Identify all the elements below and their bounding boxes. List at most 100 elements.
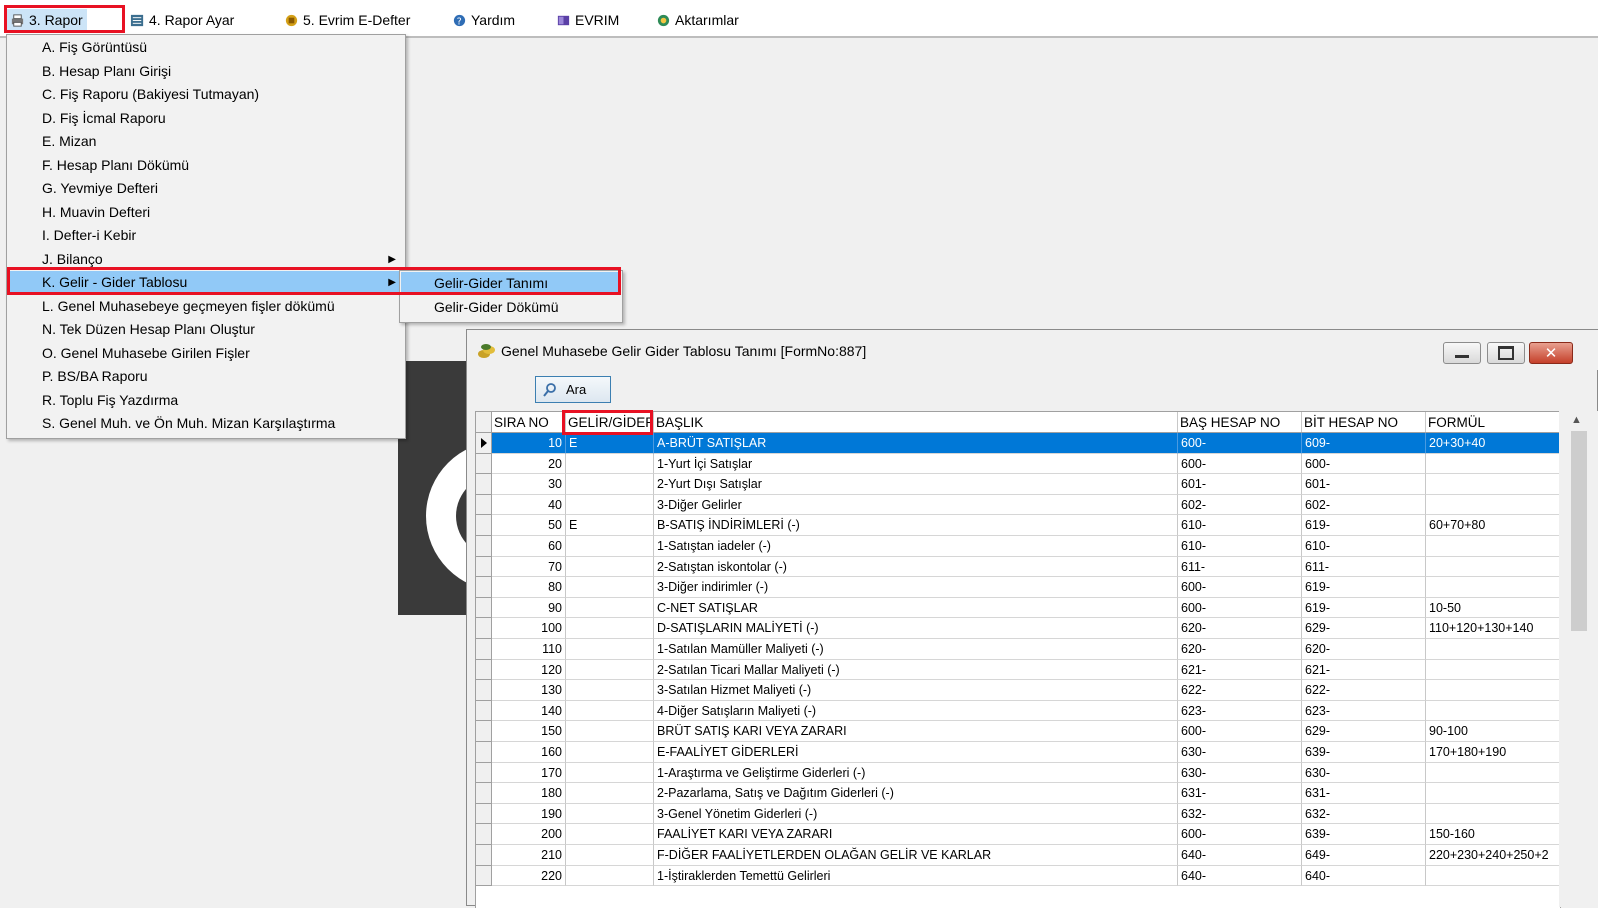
cell-sira-no[interactable]: 100	[492, 618, 566, 639]
cell-bit-hesap-no[interactable]: 640-	[1302, 865, 1426, 887]
cell-baslik[interactable]: 2-Satılan Ticari Mallar Maliyeti (-)	[654, 659, 1178, 681]
cell-baslik[interactable]: 3-Satılan Hizmet Maliyeti (-)	[654, 680, 1178, 701]
cell-formul[interactable]	[1426, 680, 1560, 701]
menu-rapor[interactable]: 3. Rapor	[6, 9, 87, 31]
cell-sira-no[interactable]: 130	[492, 680, 566, 701]
cell-gelir-gider[interactable]	[566, 865, 654, 887]
cell-sira-no[interactable]: 220	[492, 865, 566, 887]
cell-baslik[interactable]: 1-Yurt İçi Satışlar	[654, 453, 1178, 475]
cell-gelir-gider[interactable]	[566, 762, 654, 784]
cell-gelir-gider[interactable]	[566, 556, 654, 578]
cell-baslik[interactable]: 1-Satılan Mamüller Maliyeti (-)	[654, 639, 1178, 660]
cell-gelir-gider[interactable]	[566, 474, 654, 495]
row-indicator[interactable]	[476, 721, 492, 742]
row-indicator[interactable]	[476, 824, 492, 845]
cell-baslik[interactable]: E-FAALİYET GİDERLERİ	[654, 742, 1178, 763]
cell-bit-hesap-no[interactable]: 621-	[1302, 659, 1426, 681]
cell-bas-hesap-no[interactable]: 600-	[1178, 453, 1302, 475]
menu-rapor-ayar[interactable]: 4. Rapor Ayar	[126, 9, 238, 31]
row-indicator[interactable]	[476, 494, 492, 516]
minimize-button[interactable]	[1443, 342, 1481, 364]
table-row[interactable]: 210 F-DİĞER FAALİYETLERDEN OLAĞAN GELİR V…	[476, 845, 1560, 866]
cell-bit-hesap-no[interactable]: 629-	[1302, 721, 1426, 742]
menu-item-toplu-fis-yazdirma[interactable]: R. Toplu Fiş Yazdırma	[8, 389, 404, 412]
table-row[interactable]: 100 D-SATIŞLARIN MALİYETİ (-) 620- 629- 110+…	[476, 618, 1560, 639]
cell-bit-hesap-no[interactable]: 629-	[1302, 618, 1426, 639]
cell-bit-hesap-no[interactable]: 611-	[1302, 556, 1426, 578]
cell-formul[interactable]	[1426, 556, 1560, 578]
close-button[interactable]: ✕	[1529, 342, 1573, 364]
window-titlebar[interactable]: Genel Muhasebe Gelir Gider Tablosu Tanım…	[467, 330, 1598, 370]
row-indicator[interactable]	[476, 865, 492, 887]
cell-bit-hesap-no[interactable]: 610-	[1302, 536, 1426, 557]
cell-bas-hesap-no[interactable]: 640-	[1178, 865, 1302, 887]
row-indicator[interactable]	[476, 597, 492, 619]
menu-yardim[interactable]: ? Yardım	[448, 9, 519, 31]
menu-item-fis-raporu[interactable]: C. Fiş Raporu (Bakiyesi Tutmayan)	[8, 83, 404, 106]
cell-baslik[interactable]: 2-Pazarlama, Satış ve Dağıtım Giderleri …	[654, 783, 1178, 804]
table-row[interactable]: 30 2-Yurt Dışı Satışlar 601- 601-	[476, 474, 1560, 495]
cell-baslik[interactable]: 3-Diğer indirimler (-)	[654, 577, 1178, 598]
menu-item-genel-muhasebeye-gecmeyen[interactable]: L. Genel Muhasebeye geçmeyen fişler dökü…	[8, 295, 404, 318]
row-indicator[interactable]	[476, 783, 492, 804]
cell-gelir-gider[interactable]	[566, 577, 654, 598]
cell-formul[interactable]: 220+230+240+250+2	[1426, 845, 1560, 866]
cell-bas-hesap-no[interactable]: 600-	[1178, 577, 1302, 598]
table-row[interactable]: 20 1-Yurt İçi Satışlar 600- 600-	[476, 453, 1560, 475]
cell-formul[interactable]: 170+180+190	[1426, 742, 1560, 763]
cell-gelir-gider[interactable]	[566, 700, 654, 722]
cell-gelir-gider[interactable]	[566, 597, 654, 619]
menu-item-fis-icmal-raporu[interactable]: D. Fiş İcmal Raporu	[8, 107, 404, 130]
row-indicator[interactable]	[476, 474, 492, 495]
cell-sira-no[interactable]: 10	[492, 433, 566, 454]
menu-item-fis-goruntusu[interactable]: A. Fiş Görüntüsü	[8, 36, 404, 59]
cell-baslik[interactable]: 1-İştiraklerden Temettü Gelirleri	[654, 865, 1178, 887]
cell-formul[interactable]	[1426, 577, 1560, 598]
menu-evrim-e-defter[interactable]: 5. Evrim E-Defter	[280, 9, 414, 31]
cell-bit-hesap-no[interactable]: 609-	[1302, 433, 1426, 454]
cell-bas-hesap-no[interactable]: 600-	[1178, 433, 1302, 454]
cell-bit-hesap-no[interactable]: 619-	[1302, 515, 1426, 536]
table-row[interactable]: 60 1-Satıştan iadeler (-) 610- 610-	[476, 536, 1560, 557]
cell-bas-hesap-no[interactable]: 600-	[1178, 597, 1302, 619]
row-indicator[interactable]	[476, 639, 492, 660]
table-row[interactable]: 170 1-Araştırma ve Geliştirme Giderleri …	[476, 762, 1560, 784]
menu-item-mizan-karsilastirma[interactable]: S. Genel Muh. ve Ön Muh. Mizan Karşılaşt…	[8, 412, 404, 435]
cell-gelir-gider[interactable]	[566, 618, 654, 639]
cell-gelir-gider[interactable]	[566, 659, 654, 681]
row-indicator[interactable]	[476, 762, 492, 784]
cell-sira-no[interactable]: 210	[492, 845, 566, 866]
menu-item-genel-muhasebe-girilen-fisler[interactable]: O. Genel Muhasebe Girilen Fişler	[8, 342, 404, 365]
cell-baslik[interactable]: 1-Araştırma ve Geliştirme Giderleri (-)	[654, 762, 1178, 784]
column-header-baslik[interactable]: BAŞLIK	[654, 412, 1178, 432]
cell-gelir-gider[interactable]	[566, 453, 654, 475]
cell-sira-no[interactable]: 90	[492, 597, 566, 619]
row-indicator[interactable]	[476, 845, 492, 866]
cell-bas-hesap-no[interactable]: 640-	[1178, 845, 1302, 866]
cell-sira-no[interactable]: 20	[492, 453, 566, 475]
cell-bit-hesap-no[interactable]: 632-	[1302, 803, 1426, 825]
menu-item-mizan[interactable]: E. Mizan	[8, 130, 404, 153]
cell-sira-no[interactable]: 70	[492, 556, 566, 578]
table-row[interactable]: 180 2-Pazarlama, Satış ve Dağıtım Giderl…	[476, 783, 1560, 804]
menu-item-bilanco[interactable]: J. Bilanço ▶	[8, 248, 404, 271]
cell-gelir-gider[interactable]	[566, 536, 654, 557]
cell-formul[interactable]	[1426, 762, 1560, 784]
menu-item-hesap-plani-girisi[interactable]: B. Hesap Planı Girişi	[8, 60, 404, 83]
table-row[interactable]: 70 2-Satıştan iskontolar (-) 611- 611-	[476, 556, 1560, 578]
cell-bas-hesap-no[interactable]: 611-	[1178, 556, 1302, 578]
column-header-gelir-gider[interactable]: GELİR/GİDER	[566, 412, 654, 432]
table-row[interactable]: 40 3-Diğer Gelirler 602- 602-	[476, 494, 1560, 516]
cell-gelir-gider[interactable]: E	[566, 515, 654, 536]
cell-baslik[interactable]: 2-Satıştan iskontolar (-)	[654, 556, 1178, 578]
cell-formul[interactable]	[1426, 865, 1560, 887]
table-row[interactable]: 220 1-İştiraklerden Temettü Gelirleri 640…	[476, 865, 1560, 887]
cell-bas-hesap-no[interactable]: 610-	[1178, 515, 1302, 536]
cell-formul[interactable]	[1426, 536, 1560, 557]
cell-formul[interactable]: 60+70+80	[1426, 515, 1560, 536]
cell-gelir-gider[interactable]	[566, 494, 654, 516]
cell-bit-hesap-no[interactable]: 631-	[1302, 783, 1426, 804]
cell-formul[interactable]: 20+30+40	[1426, 433, 1560, 454]
cell-bas-hesap-no[interactable]: 602-	[1178, 494, 1302, 516]
cell-bit-hesap-no[interactable]: 623-	[1302, 700, 1426, 722]
